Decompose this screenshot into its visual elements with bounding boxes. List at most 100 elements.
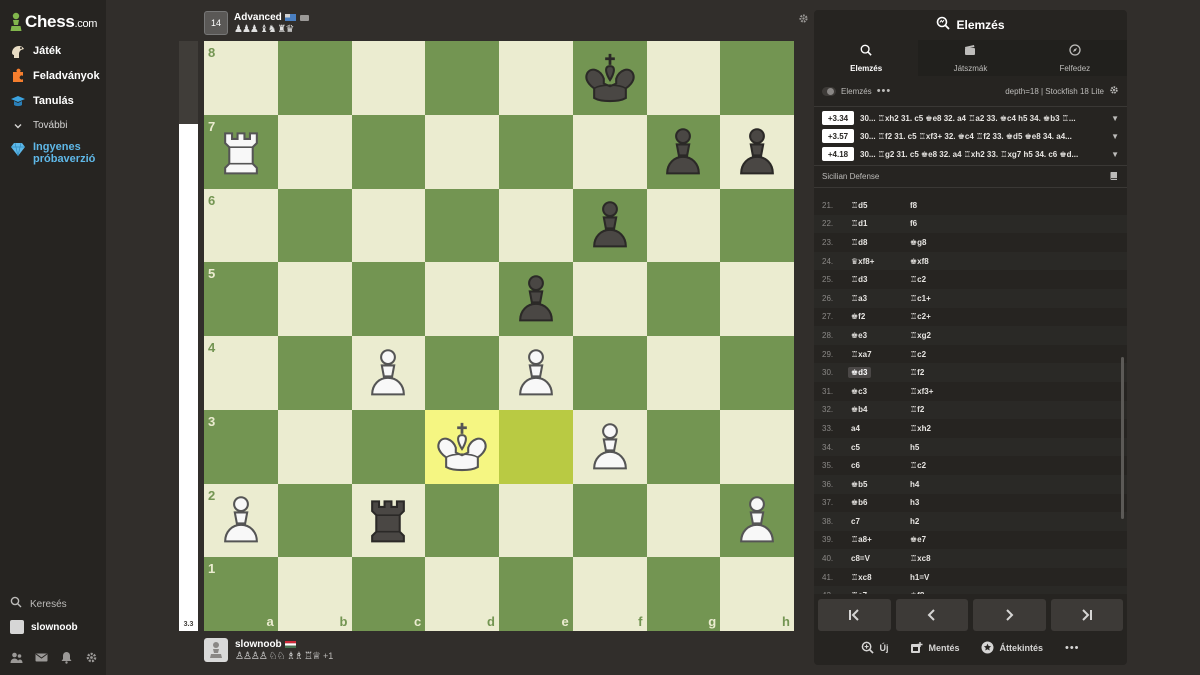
- square-c5[interactable]: [351, 262, 426, 336]
- black-move[interactable]: ♚e7: [910, 535, 972, 544]
- black-move[interactable]: h5: [910, 443, 972, 452]
- gear-icon[interactable]: [85, 651, 98, 664]
- black-move[interactable]: f8: [910, 201, 972, 210]
- white-pawn-icon[interactable]: [204, 484, 278, 558]
- white-move[interactable]: ♚c3: [848, 387, 910, 396]
- square-a5[interactable]: 5: [204, 262, 278, 336]
- square-d8[interactable]: [425, 41, 499, 115]
- black-move[interactable]: f6: [910, 219, 972, 228]
- black-move[interactable]: ♖c2: [910, 275, 972, 284]
- square-h6[interactable]: [720, 188, 794, 263]
- square-e7[interactable]: [499, 114, 573, 189]
- black-move[interactable]: ♖f2: [910, 405, 972, 414]
- white-move[interactable]: c8=V: [848, 554, 910, 563]
- black-pawn-icon[interactable]: [720, 115, 794, 189]
- chess-logo[interactable]: Chess.com: [10, 11, 97, 33]
- square-e1[interactable]: e: [499, 557, 573, 631]
- move-list-scrollbar[interactable]: [1121, 357, 1124, 519]
- square-g5[interactable]: [646, 262, 721, 336]
- square-h4[interactable]: [720, 336, 794, 410]
- engine-line[interactable]: +3.34 30... ♖xh2 31. c5 ♚e8 32. a4 ♖a2 3…: [814, 109, 1127, 127]
- white-pawn-icon[interactable]: [573, 410, 647, 484]
- square-d6[interactable]: [425, 188, 499, 263]
- tab-explore[interactable]: Felfedez: [1023, 40, 1127, 76]
- white-king-icon[interactable]: [425, 410, 499, 484]
- white-move[interactable]: c6: [848, 461, 910, 470]
- first-move-button[interactable]: [818, 599, 891, 631]
- black-move[interactable]: ♖xf3+: [910, 387, 972, 396]
- black-move[interactable]: ♚xf8: [910, 257, 972, 266]
- mail-icon[interactable]: [35, 651, 48, 664]
- white-move[interactable]: c5: [848, 443, 910, 452]
- black-move[interactable]: ♖f2: [910, 368, 972, 377]
- square-b8[interactable]: [277, 41, 352, 115]
- square-d1[interactable]: d: [425, 557, 499, 631]
- square-h8[interactable]: [720, 41, 794, 115]
- white-pawn-icon[interactable]: [352, 336, 426, 410]
- bottom-player-name[interactable]: slownoob: [235, 639, 282, 650]
- next-move-button[interactable]: [973, 599, 1046, 631]
- square-b3[interactable]: [277, 409, 352, 484]
- chess-board[interactable]: 87654321abcdefgh: [204, 41, 794, 631]
- review-button[interactable]: Áttekintés: [981, 641, 1043, 656]
- save-button[interactable]: Mentés: [910, 641, 959, 656]
- white-move[interactable]: ♖xc8: [848, 573, 910, 582]
- top-player-name[interactable]: Advanced: [234, 12, 282, 23]
- white-move[interactable]: ♖a3: [848, 294, 910, 303]
- white-move[interactable]: ♚b5: [848, 480, 910, 489]
- white-move[interactable]: ♖a8+: [848, 535, 910, 544]
- square-e6[interactable]: [499, 188, 573, 263]
- black-move[interactable]: ♖c2: [910, 350, 972, 359]
- square-c8[interactable]: [351, 41, 426, 115]
- more-options-icon[interactable]: •••: [877, 85, 892, 97]
- engine-toggle[interactable]: [822, 86, 836, 96]
- square-c6[interactable]: [351, 188, 426, 263]
- square-f7[interactable]: [572, 114, 647, 189]
- square-b4[interactable]: [277, 336, 352, 410]
- engine-line[interactable]: +4.18 30... ♖g2 31. c5 ♚e8 32. a4 ♖xh2 3…: [814, 145, 1127, 163]
- caret-down-icon[interactable]: ▼: [1111, 114, 1119, 123]
- square-g4[interactable]: [646, 336, 721, 410]
- white-move[interactable]: ♖d5: [848, 201, 910, 210]
- black-move[interactable]: ♖xg2: [910, 331, 972, 340]
- black-move[interactable]: h3: [910, 498, 972, 507]
- square-f2[interactable]: [572, 483, 647, 558]
- sidebar-item-learn[interactable]: Tanulás: [0, 88, 106, 113]
- sidebar-profile[interactable]: slownoob: [0, 615, 106, 639]
- white-pawn-icon[interactable]: [499, 336, 573, 410]
- white-pawn-icon[interactable]: [720, 484, 794, 558]
- white-move[interactable]: ♖d3: [848, 275, 910, 284]
- black-move[interactable]: ♖c2+: [910, 312, 972, 321]
- black-pawn-icon[interactable]: [499, 262, 573, 336]
- tab-analysis[interactable]: Elemzés: [814, 40, 919, 76]
- white-move[interactable]: ♚b6: [848, 498, 910, 507]
- square-a1[interactable]: 1a: [204, 557, 278, 631]
- black-move[interactable]: ♖c1+: [910, 294, 972, 303]
- black-king-icon[interactable]: [573, 41, 647, 115]
- caret-down-icon[interactable]: ▼: [1111, 132, 1119, 141]
- square-e3[interactable]: [499, 409, 573, 484]
- square-g3[interactable]: [646, 409, 721, 484]
- square-h1[interactable]: h: [720, 557, 794, 631]
- avatar[interactable]: [204, 638, 228, 662]
- square-g6[interactable]: [646, 188, 721, 263]
- square-b6[interactable]: [277, 188, 352, 263]
- previous-move-button[interactable]: [895, 599, 968, 631]
- square-f4[interactable]: [572, 336, 647, 410]
- square-h5[interactable]: [720, 262, 794, 336]
- white-move[interactable]: ♚e3: [848, 331, 910, 340]
- white-rook-icon[interactable]: [204, 115, 278, 189]
- white-move[interactable]: ♖c7: [848, 591, 910, 594]
- white-move[interactable]: a4: [848, 424, 910, 433]
- sidebar-item-more[interactable]: További: [0, 113, 106, 138]
- bell-icon[interactable]: [60, 651, 73, 664]
- white-move[interactable]: ♚d3: [848, 367, 910, 379]
- caret-down-icon[interactable]: ▼: [1111, 150, 1119, 159]
- square-a6[interactable]: 6: [204, 188, 278, 263]
- black-move[interactable]: h1=V: [910, 573, 972, 582]
- engine-line[interactable]: +3.57 30... ♖f2 31. c5 ♖xf3+ 32. ♚c4 ♖f2…: [814, 127, 1127, 145]
- black-pawn-icon[interactable]: [573, 189, 647, 263]
- black-move[interactable]: ♖c2: [910, 461, 972, 470]
- black-move[interactable]: h4: [910, 480, 972, 489]
- black-move[interactable]: ♖xh2: [910, 424, 972, 433]
